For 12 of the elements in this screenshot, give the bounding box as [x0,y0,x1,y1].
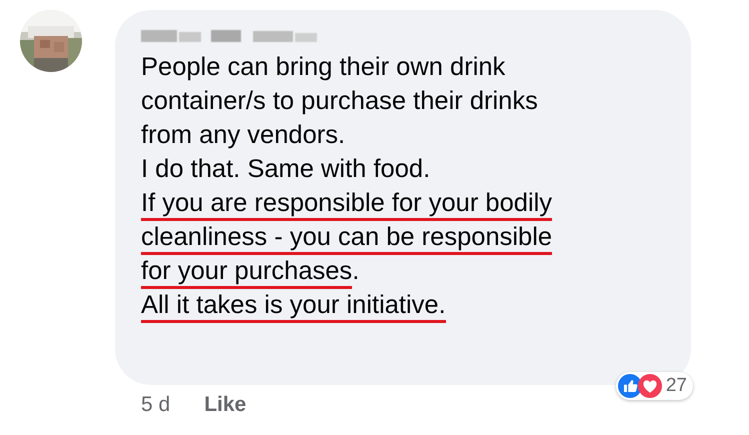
like-link[interactable]: Like [204,393,246,417]
reaction-badge[interactable]: 27 [616,372,693,400]
comment-line: I do that. Same with food. [141,154,432,185]
comment-line: for your purchases. [141,254,671,288]
comment-line: All it takes is your initiative. [141,288,671,322]
comment-line: cleanliness - you can be responsible [141,220,671,254]
thumbs-up-icon [618,374,642,398]
comment-line: If you are responsible for your bodily [141,186,671,220]
comment-line: from any vendors. [141,120,346,151]
comment-line: container/s to purchase their drinks [141,86,539,117]
comment-line: People can bring their own drink [141,52,506,83]
comment-time: 5 d [141,393,170,417]
